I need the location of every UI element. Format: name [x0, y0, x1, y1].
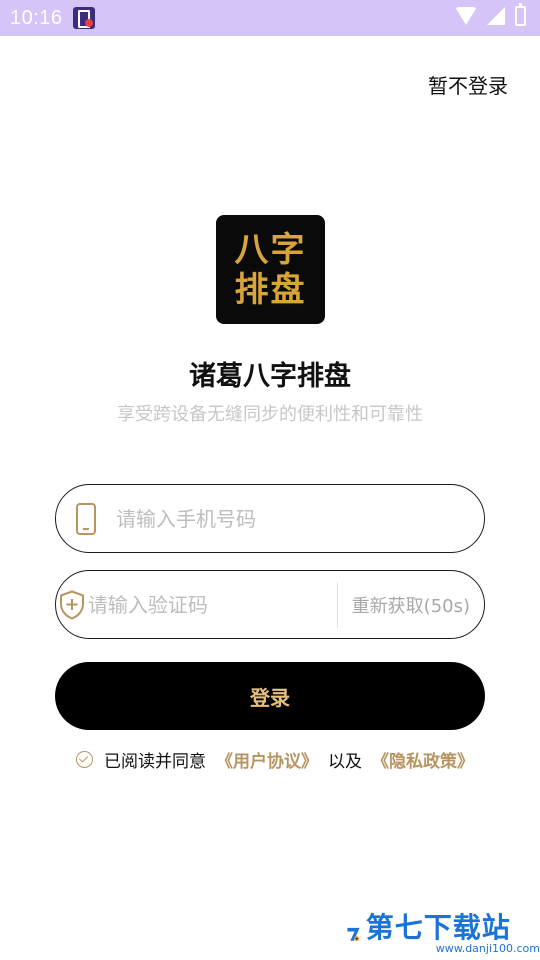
- phone-icon-wrap: [56, 502, 116, 535]
- code-field[interactable]: 重新获取(50s): [55, 570, 485, 639]
- phone-input[interactable]: [116, 485, 484, 552]
- app-notification-icon: [72, 7, 95, 29]
- shield-icon-wrap: [56, 589, 88, 620]
- shield-plus-icon: [59, 589, 84, 620]
- watermark-logo-icon: [347, 927, 360, 942]
- watermark-text: 第七下载站 www.danji100.com: [366, 913, 540, 955]
- app-title: 诸葛八字排盘: [189, 361, 351, 392]
- login-button[interactable]: 登录: [55, 662, 485, 730]
- privacy-policy-link[interactable]: 《隐私政策》: [372, 747, 474, 772]
- signal-icon: [487, 7, 505, 25]
- watermark-url: www.danji100.com: [435, 942, 540, 955]
- skip-login-button[interactable]: 暂不登录: [428, 70, 508, 99]
- agreement-row: 已阅读并同意 《用户协议》 以及 《隐私政策》: [76, 747, 474, 772]
- phone-icon: [76, 502, 96, 535]
- logo-text-line1: 八字: [234, 229, 307, 270]
- status-icons: [455, 3, 526, 26]
- site-watermark: 第七下载站 www.danji100.com: [346, 908, 540, 960]
- wifi-icon: [455, 7, 477, 25]
- watermark-title: 第七下载站: [365, 911, 511, 944]
- app-logo: 八字 排盘: [216, 215, 325, 324]
- status-time: 10:16: [10, 6, 63, 29]
- agreement-checkbox-icon[interactable]: [76, 750, 93, 768]
- verification-code-input[interactable]: [87, 571, 337, 638]
- agreement-connector: 以及: [328, 751, 362, 772]
- resend-code-button[interactable]: 重新获取(50s): [338, 592, 484, 618]
- logo-text-line2: 排盘: [234, 269, 307, 310]
- user-agreement-link[interactable]: 《用户协议》: [216, 747, 318, 772]
- app-subtitle: 享受跨设备无缝同步的便利性和可靠性: [117, 404, 423, 425]
- status-bar: 10:16: [0, 0, 540, 36]
- battery-icon: [515, 3, 526, 26]
- agreement-prefix: 已阅读并同意: [104, 751, 206, 772]
- phone-field[interactable]: [55, 484, 485, 553]
